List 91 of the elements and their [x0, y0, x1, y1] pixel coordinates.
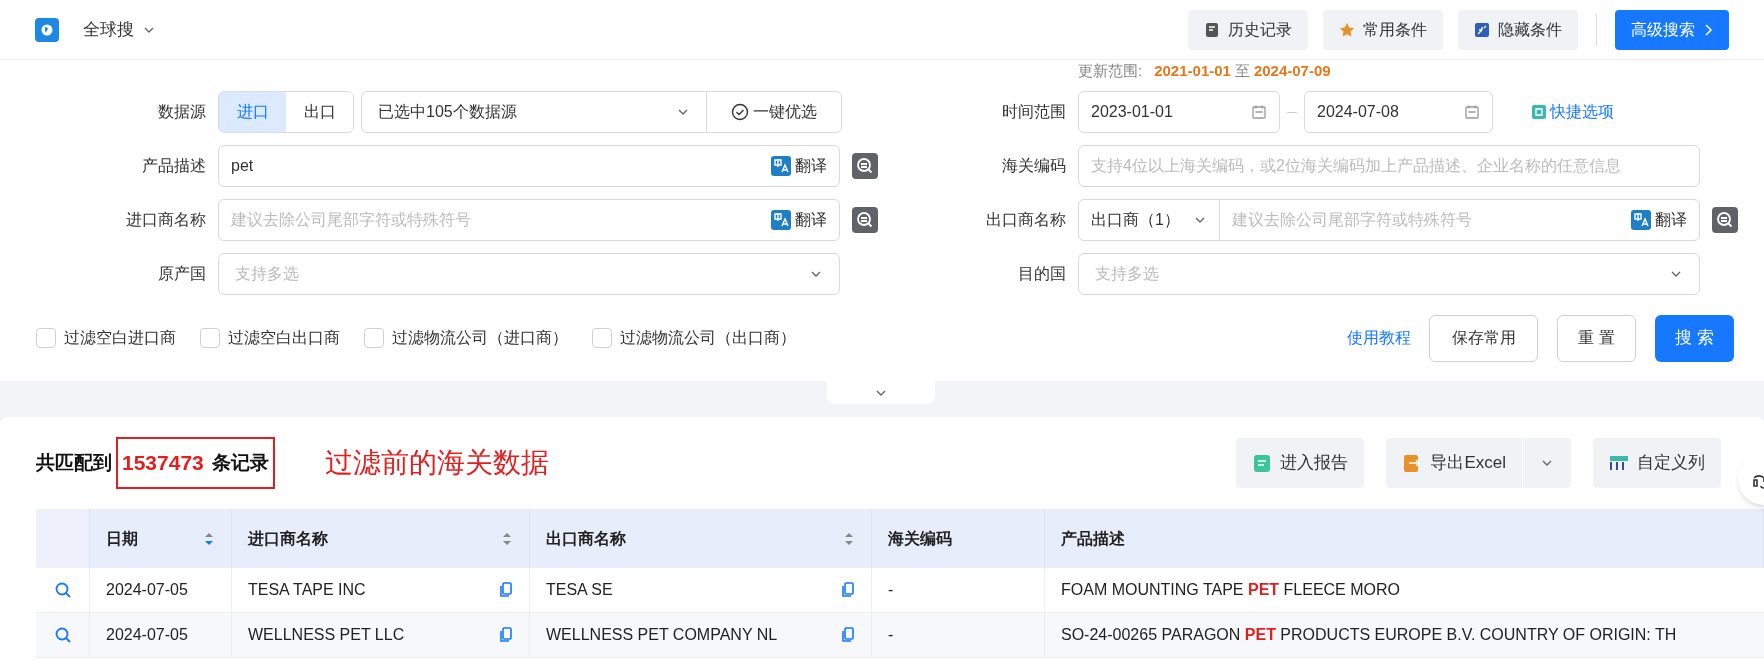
source-mode-tab[interactable]: 进口 [219, 92, 286, 132]
end-date-field[interactable]: 2024-07-08 [1304, 91, 1493, 133]
search-list-icon [1715, 210, 1735, 230]
input-placeholder: 支持4位以上海关编码，或2位海关编码加上产品描述、企业名称的任意信息 [1091, 156, 1621, 176]
scope-dropdown[interactable]: 全球搜 [83, 16, 156, 43]
document-icon [1204, 21, 1220, 38]
search-list-icon [855, 210, 875, 230]
optimize-button[interactable]: 一键优选 [707, 92, 841, 132]
input-placeholder: 建议去除公司尾部字符或特殊符号 [231, 210, 471, 230]
checkbox[interactable] [364, 328, 384, 348]
toolbar-button[interactable]: 历史记录 [1188, 9, 1308, 50]
checkbox[interactable] [200, 328, 220, 348]
table-cell-text: WELLNESS PET COMPANY NL [546, 625, 778, 645]
search-button[interactable]: 搜 索 [1655, 314, 1734, 362]
column-header[interactable]: 出口商名称 [546, 526, 626, 551]
checkbox-label: 过滤物流公司（出口商） [620, 328, 796, 348]
match-prefix: 共匹配到 [36, 450, 112, 475]
chevron-right-icon [1703, 22, 1713, 37]
table-cell-text: SO-24-00265 PARAGON PET PRODUCTS EUROPE B.V. COUNTRY OF ORIGIN: TH [1061, 625, 1677, 645]
table-cell-text: FOAM MOUNTING TAPE PET FLEECE MORO [1061, 580, 1400, 600]
columns-icon [1609, 453, 1629, 473]
column-header[interactable]: 日期 [106, 526, 138, 551]
translate-icon [771, 210, 791, 230]
match-suffix: 条记录 [211, 450, 269, 475]
importer-input[interactable]: 建议去除公司尾部字符或特殊符号 翻译 [218, 199, 840, 241]
command-icon [1532, 105, 1546, 119]
calendar-icon [1251, 104, 1267, 120]
annotation-text: 过滤前的海关数据 [324, 446, 549, 480]
copy-icon[interactable] [499, 627, 513, 643]
checkbox-label: 过滤物流公司（进口商） [392, 328, 568, 348]
table-cell-text: - [888, 625, 894, 645]
table-cell-text: 2024-07-05 [106, 625, 188, 645]
input-value: pet [231, 156, 254, 176]
field-label: 产品描述 [142, 157, 206, 174]
checkbox[interactable] [36, 328, 56, 348]
reset-button[interactable]: 重 置 [1557, 314, 1636, 362]
field-label: 海关编码 [1002, 157, 1066, 174]
copy-icon[interactable] [841, 582, 855, 598]
advanced-search-button[interactable]: 高级搜索 [1615, 9, 1729, 50]
field-label: 数据源 [158, 103, 206, 120]
table-cell-text: TESA SE [546, 580, 613, 600]
translate-button[interactable]: 翻译 [771, 154, 827, 178]
product-input[interactable]: pet 翻译 [218, 145, 840, 187]
check-circle-icon [731, 103, 749, 121]
update-end-date: 2024-07-09 [1253, 61, 1331, 81]
search-mode-button[interactable] [852, 153, 878, 179]
table-cell-text: - [888, 580, 894, 600]
data-source-select[interactable]: 已选中105个数据源 [362, 92, 707, 132]
table-cell-text: 2024-07-05 [106, 580, 188, 600]
field-label: 时间范围 [1002, 103, 1066, 120]
field-label: 原产国 [158, 265, 206, 282]
field-label: 目的国 [1018, 265, 1066, 282]
checkbox[interactable] [592, 328, 612, 348]
search-mode-button[interactable] [852, 207, 878, 233]
search-mode-button[interactable] [1712, 207, 1738, 233]
sort-icon[interactable] [501, 530, 513, 547]
column-header[interactable]: 进口商名称 [248, 526, 328, 551]
collapse-handle[interactable] [827, 381, 935, 404]
quick-options-link[interactable]: 快捷选项 [1532, 100, 1614, 124]
calendar-icon [1464, 104, 1480, 120]
search-list-icon [855, 156, 875, 176]
checkbox-label: 过滤空白进口商 [64, 328, 176, 348]
column-header: 产品描述 [1061, 528, 1125, 549]
checkbox-label: 过滤空白出口商 [228, 328, 340, 348]
copy-icon[interactable] [499, 582, 513, 598]
field-label: 进口商名称 [126, 211, 206, 228]
column-header: 海关编码 [888, 528, 952, 549]
search-icon[interactable] [53, 581, 72, 599]
record-count: 1537473 [122, 450, 204, 477]
star-icon [1339, 21, 1355, 38]
sort-icon[interactable] [203, 530, 215, 547]
report-button[interactable]: 进入报告 [1236, 438, 1365, 488]
update-range-label: 更新范围: [1078, 61, 1143, 81]
update-range-separator: 至 [1234, 61, 1250, 81]
sort-icon[interactable] [843, 530, 855, 547]
custom-columns-button[interactable]: 自定义列 [1593, 438, 1721, 488]
tutorial-link[interactable]: 使用教程 [1347, 326, 1411, 350]
start-date-field[interactable]: 2023-01-01 [1078, 91, 1280, 133]
toolbar-button[interactable]: 隐藏条件 [1458, 9, 1578, 50]
field-label: 出口商名称 [986, 211, 1066, 228]
update-start-date: 2021-01-01 [1154, 61, 1231, 81]
copy-icon[interactable] [841, 627, 855, 643]
search-icon[interactable] [53, 626, 72, 644]
table-cell-text: WELLNESS PET LLC [248, 625, 405, 645]
toolbar-button[interactable]: 常用条件 [1323, 9, 1443, 50]
save-preset-button[interactable]: 保存常用 [1429, 314, 1538, 362]
export-icon [1402, 453, 1423, 473]
table-cell-text: TESA TAPE INC [248, 580, 366, 600]
translate-button[interactable]: 翻译 [771, 208, 827, 232]
translate-icon [771, 156, 791, 176]
report-icon [1252, 453, 1273, 473]
